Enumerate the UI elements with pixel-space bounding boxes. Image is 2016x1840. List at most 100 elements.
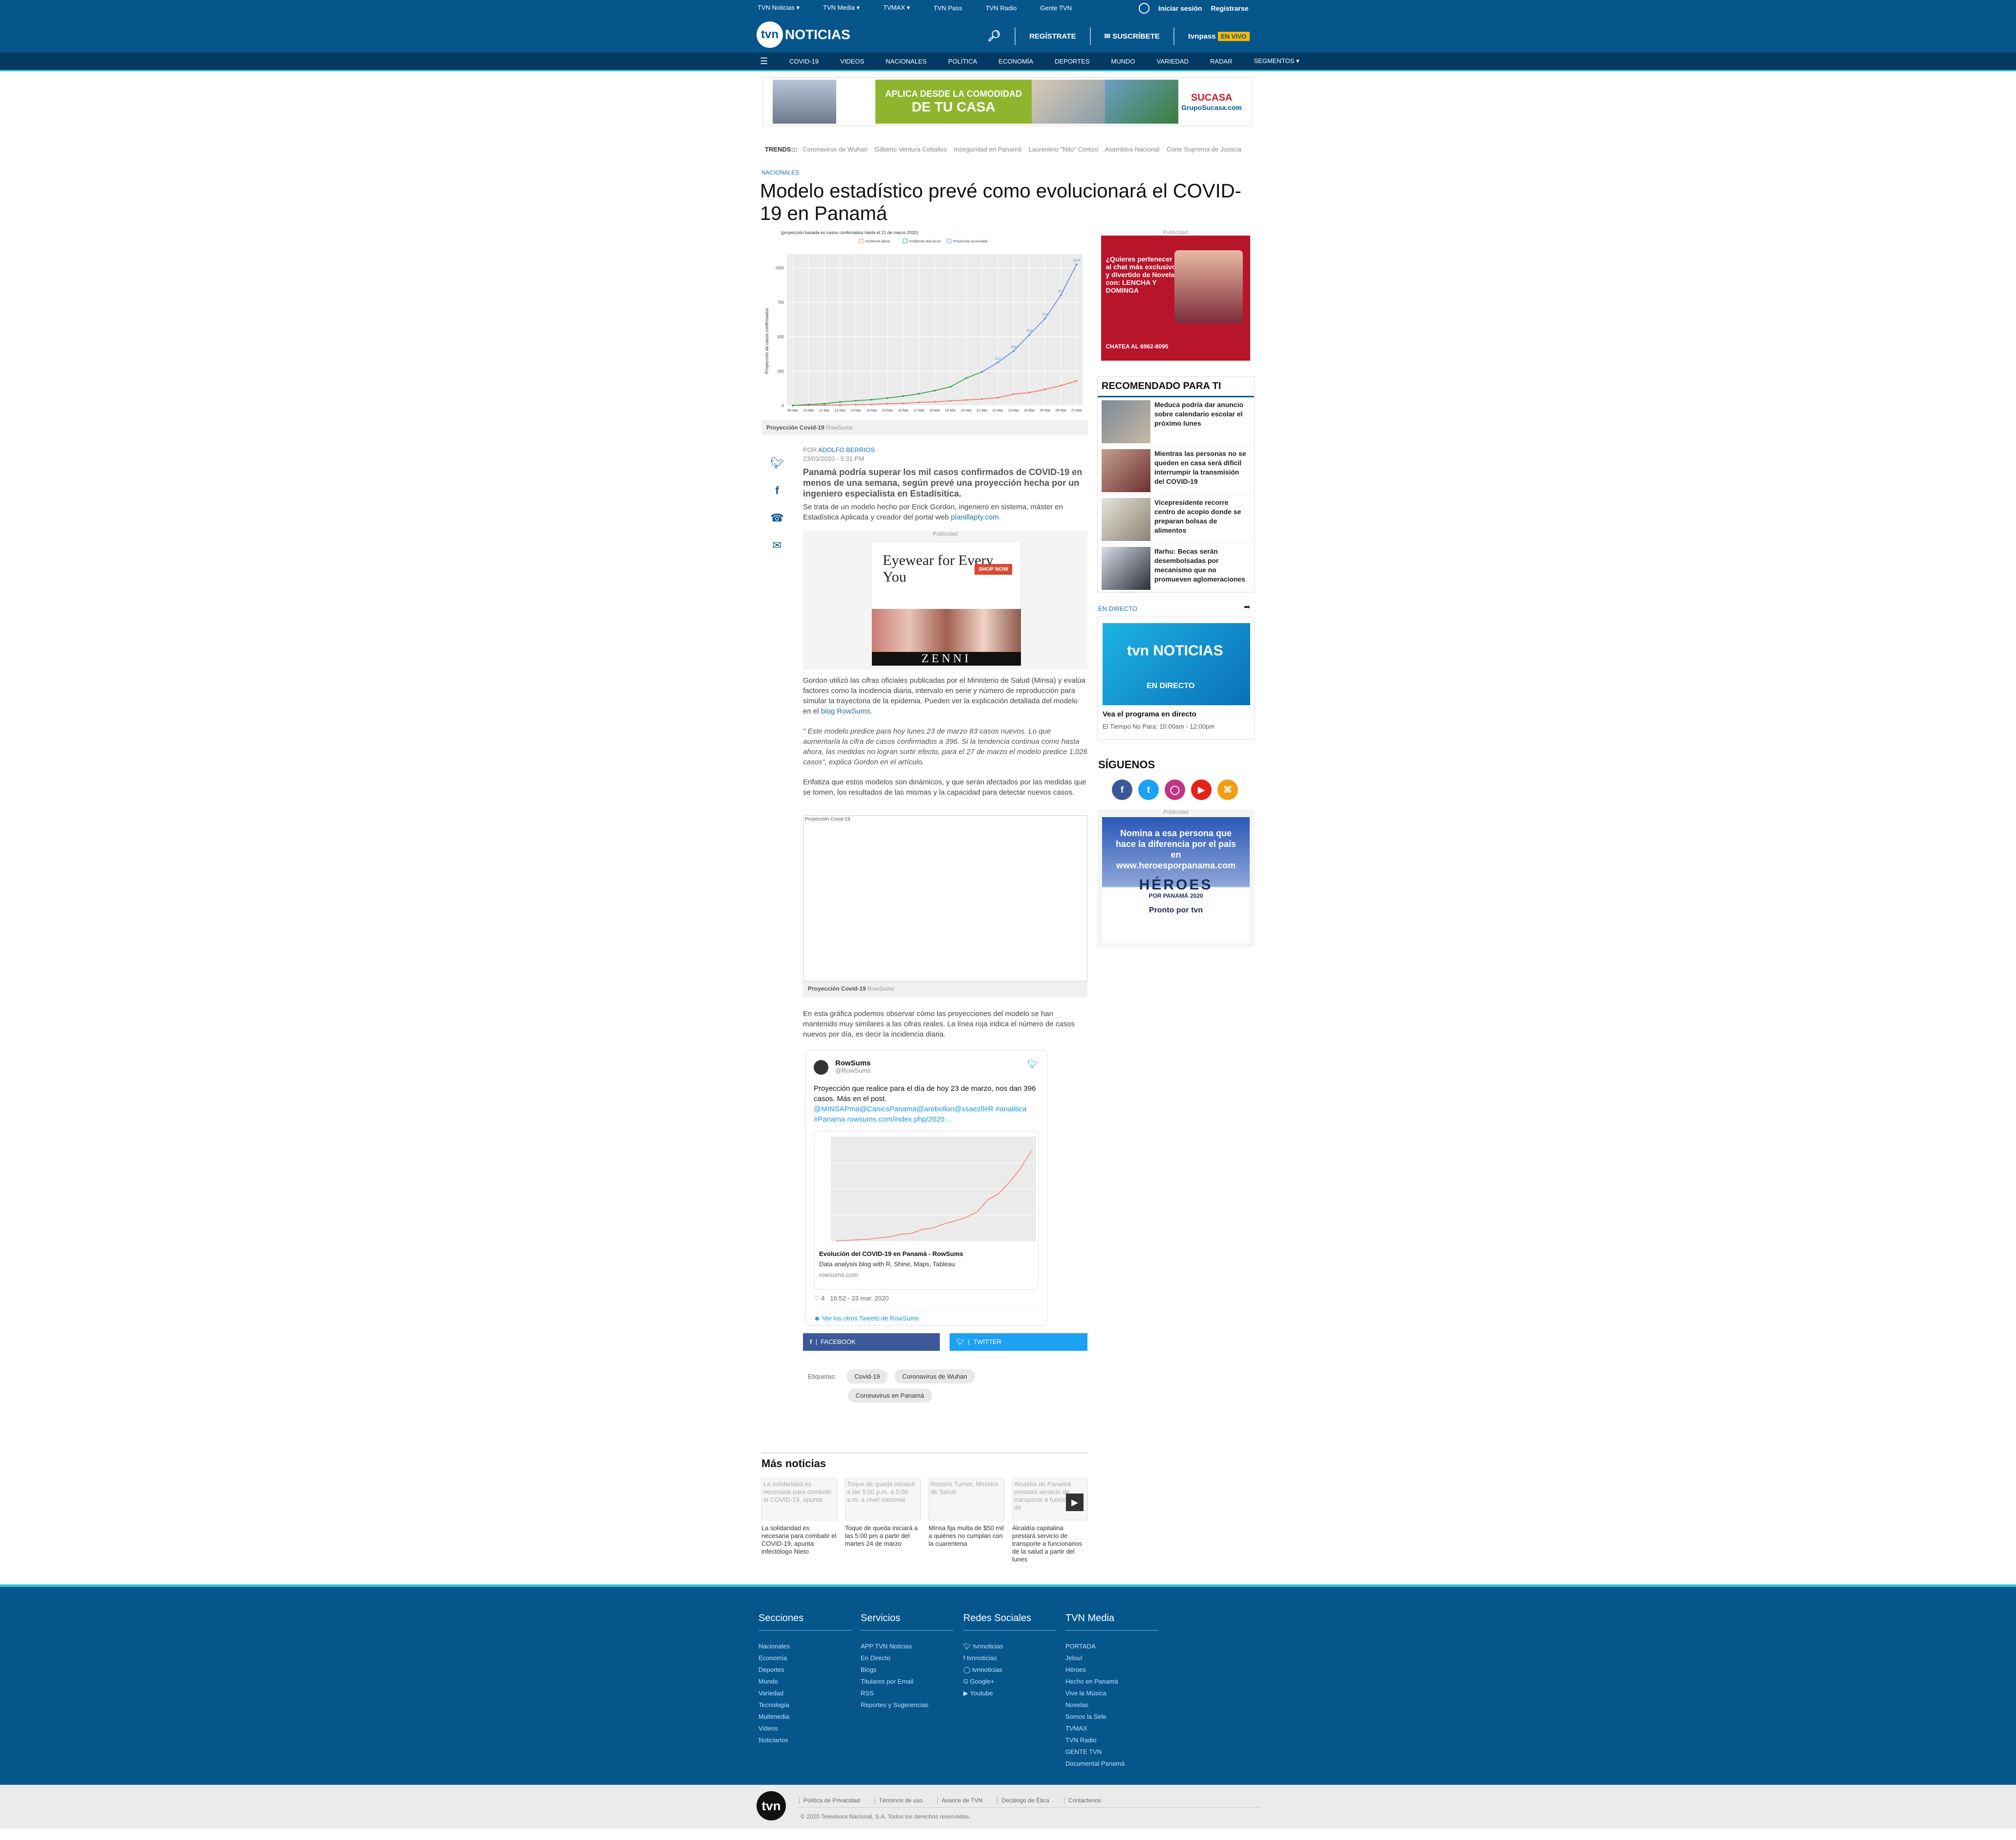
embedded-tweet[interactable]: RowSums @RowSums 🐦︎ Proyección que reali… xyxy=(805,1050,1048,1326)
register-button[interactable]: REGÍSTRATE xyxy=(1029,32,1076,41)
live-label[interactable]: EN DIRECTO xyxy=(1098,605,1137,612)
topnav-gente-tvn[interactable]: Gente TVN xyxy=(1040,4,1072,12)
footer-link[interactable]: Tecnología xyxy=(759,1699,851,1711)
recommended-thumb[interactable] xyxy=(1102,449,1150,492)
footer-link[interactable]: GENTE TVN xyxy=(1065,1746,1158,1758)
more-news-thumb[interactable]: Toque de queda iniciará a las 5:00 p.m. … xyxy=(845,1478,921,1520)
nav-mundo[interactable]: MUNDO xyxy=(1111,58,1135,65)
live-box[interactable]: tvn NOTICIAS EN DIRECTO Vea el programa … xyxy=(1097,617,1255,740)
recommended-item[interactable]: Meduca podría dar anuncio sobre calendar… xyxy=(1098,397,1254,446)
footer-link[interactable]: Titulares por Email xyxy=(861,1676,954,1688)
topnav-tvn-radio[interactable]: TVN Radio xyxy=(986,4,1017,12)
topnav-tvmax[interactable]: TVMAX ▾ xyxy=(883,4,910,12)
embedded-chart-frame[interactable]: Proyección Covid-19 xyxy=(803,815,1087,981)
topnav-tvn-pass[interactable]: TVN Pass xyxy=(933,4,962,12)
recommended-headline[interactable]: Ifarhu: Becas serán desembolsadas por me… xyxy=(1154,547,1250,589)
user-icon[interactable] xyxy=(1139,3,1149,14)
footer-link[interactable]: Vive la Música xyxy=(1065,1688,1158,1699)
twitter-bird-icon[interactable]: 🐦︎ xyxy=(1027,1059,1039,1069)
footer-link[interactable]: Videos xyxy=(759,1723,851,1734)
email-share-icon[interactable]: ✉ xyxy=(767,532,787,559)
topnav-tvn-media[interactable]: TVN Media ▾ xyxy=(823,4,860,12)
more-news-item[interactable]: Alcaldía de Panamá prestará servicio de … xyxy=(1012,1478,1088,1563)
footer-link[interactable]: Noticiarios xyxy=(759,1734,851,1746)
recommended-item[interactable]: Ifarhu: Becas serán desembolsadas por me… xyxy=(1098,544,1254,593)
footer-legal-link[interactable]: Decálogo de Ética xyxy=(997,1797,1049,1804)
footer-link[interactable]: Nacionales xyxy=(759,1641,851,1652)
recommended-thumb[interactable] xyxy=(1102,498,1150,541)
footer-link[interactable]: Héroes xyxy=(1065,1664,1158,1676)
whatsapp-share-icon[interactable]: ☎ xyxy=(767,504,787,532)
live-program-title[interactable]: Vea el programa en directo xyxy=(1103,710,1196,718)
trend-item[interactable]: Coronavirus de Wuhan xyxy=(802,146,867,153)
more-news-thumb[interactable]: La solidaridad es necesaria para combati… xyxy=(761,1478,837,1520)
twitter-share-icon[interactable]: 🐦︎ xyxy=(767,450,787,477)
play-video-icon[interactable]: ▶ xyxy=(1066,1494,1084,1511)
section-label[interactable]: NACIONALES xyxy=(761,169,799,176)
nav-economia[interactable]: ECONOMÍA xyxy=(998,58,1033,65)
footer-link[interactable]: Blogs xyxy=(861,1664,954,1676)
planillapty-link[interactable]: planillapty.com. xyxy=(951,513,1001,521)
rss-icon[interactable]: ⌘ xyxy=(1217,779,1238,800)
novelas-ad-box[interactable]: ¿Quieres pertenecer al chat más exclusiv… xyxy=(1101,236,1250,361)
recommended-headline[interactable]: Meduca podría dar anuncio sobre calendar… xyxy=(1154,400,1250,443)
topnav-tvn-noticias[interactable]: TVN Noticias ▾ xyxy=(758,4,800,12)
tweet-author-handle[interactable]: @RowSums xyxy=(835,1067,870,1074)
tweet-more-link[interactable]: ☻ Ver los otros Tweets de RowSums xyxy=(814,1310,1041,1322)
tag-covid19[interactable]: Covid-19 xyxy=(846,1369,888,1384)
heart-icon[interactable]: ♡ xyxy=(814,1295,820,1302)
footer-legal-link[interactable]: Avance de TVN xyxy=(937,1797,982,1804)
sidebar-ad-heroes[interactable]: Publicidad Nomina a esa persona que hace… xyxy=(1097,809,1255,947)
shop-now-button[interactable]: SHOP NOW xyxy=(975,564,1012,575)
nav-radar[interactable]: RADAR xyxy=(1210,58,1233,65)
more-news-caption[interactable]: Minsa fija multa de $50 mil a quiénes no… xyxy=(929,1524,1004,1548)
nav-covid19[interactable]: COVID-19 xyxy=(789,58,819,65)
footer-legal-link[interactable]: Política de Privacidad xyxy=(799,1797,860,1804)
author-link[interactable]: ADOLFO BERRIOS xyxy=(818,446,875,454)
recommended-thumb[interactable] xyxy=(1102,400,1150,443)
nav-videos[interactable]: VIDEOS xyxy=(840,58,864,65)
live-thumbnail[interactable]: tvn NOTICIAS EN DIRECTO xyxy=(1103,623,1250,705)
footer-social-instagram[interactable]: ◯ tvnnoticias xyxy=(963,1664,1056,1676)
footer-link[interactable]: Documental Panamá xyxy=(1065,1758,1158,1770)
footer-link[interactable]: PORTADA xyxy=(1065,1641,1158,1652)
tag-coronavirus-panama[interactable]: Coronavirus en Panamá xyxy=(847,1388,932,1403)
footer-legal-link[interactable]: Contáctenos xyxy=(1063,1797,1101,1804)
footer-link[interactable]: Variedad xyxy=(759,1688,851,1699)
zenni-ad[interactable]: Eyewear for Every You SHOP NOW ZENNI xyxy=(871,542,1021,666)
trend-item[interactable]: Inseguridad en Panamá xyxy=(954,146,1021,153)
register-link[interactable]: Registrarse xyxy=(1211,4,1248,12)
hamburger-menu-icon[interactable]: ☰ xyxy=(760,56,768,66)
footer-link[interactable]: Multimedia xyxy=(759,1711,851,1723)
recommended-thumb[interactable] xyxy=(1102,547,1150,590)
footer-social-youtube[interactable]: ▶ Youtube xyxy=(963,1688,1056,1699)
nav-variedad[interactable]: VARIEDAD xyxy=(1156,58,1189,65)
footer-link[interactable]: Jelou! xyxy=(1065,1652,1158,1664)
footer-link[interactable]: APP TVN Noticias xyxy=(861,1641,954,1652)
footer-link[interactable]: TVN Radio xyxy=(1065,1734,1158,1746)
twitter-share-button[interactable]: 🐦︎ | TWITTER xyxy=(950,1333,1087,1351)
tweet-mentions[interactable]: @MINSAPma@CanicsPanama@arebollon@xsaezll… xyxy=(814,1105,1026,1124)
inline-ad[interactable]: Publicidad Eyewear for Every You SHOP NO… xyxy=(803,530,1087,670)
facebook-share-button[interactable]: f | FACEBOOK xyxy=(803,1333,940,1351)
nav-politica[interactable]: POLÍTICA xyxy=(948,58,977,65)
tweet-link-card[interactable]: Evolución del COVID-19 en Panamá - RowSu… xyxy=(814,1131,1039,1290)
youtube-icon[interactable]: ▶ xyxy=(1191,779,1212,800)
footer-link[interactable]: Mundo xyxy=(759,1676,851,1688)
footer-tvn-logo[interactable]: tvn xyxy=(757,1791,786,1820)
login-link[interactable]: Iniciar sesión xyxy=(1158,4,1202,12)
sidebar-ad-novelas[interactable]: Publicidad ¿Quieres pertenecer al chat m… xyxy=(1097,230,1254,362)
footer-link[interactable]: RSS xyxy=(861,1688,954,1699)
footer-link[interactable]: Deportes xyxy=(759,1664,851,1676)
recommended-item[interactable]: Vicepresidente recorre centro de acopio … xyxy=(1098,495,1254,544)
footer-link[interactable]: En Directo xyxy=(861,1652,954,1664)
more-news-thumb[interactable]: Rosario Turner, Ministra de Salud xyxy=(929,1478,1004,1520)
trend-item[interactable]: Asamblea Nacional xyxy=(1105,146,1160,153)
rowsums-blog-link[interactable]: blog RowSums. xyxy=(821,707,872,715)
site-logo[interactable]: tvn NOTICIAS xyxy=(757,22,850,48)
nav-nacionales[interactable]: NACIONALES xyxy=(886,58,927,65)
more-news-item[interactable]: Toque de queda iniciará a las 5:00 p.m. … xyxy=(845,1478,921,1548)
share-icon[interactable]: ➦ xyxy=(1244,602,1250,612)
twitter-icon[interactable]: t xyxy=(1138,779,1159,800)
more-news-item[interactable]: Rosario Turner, Ministra de Salud Minsa … xyxy=(929,1478,1004,1548)
